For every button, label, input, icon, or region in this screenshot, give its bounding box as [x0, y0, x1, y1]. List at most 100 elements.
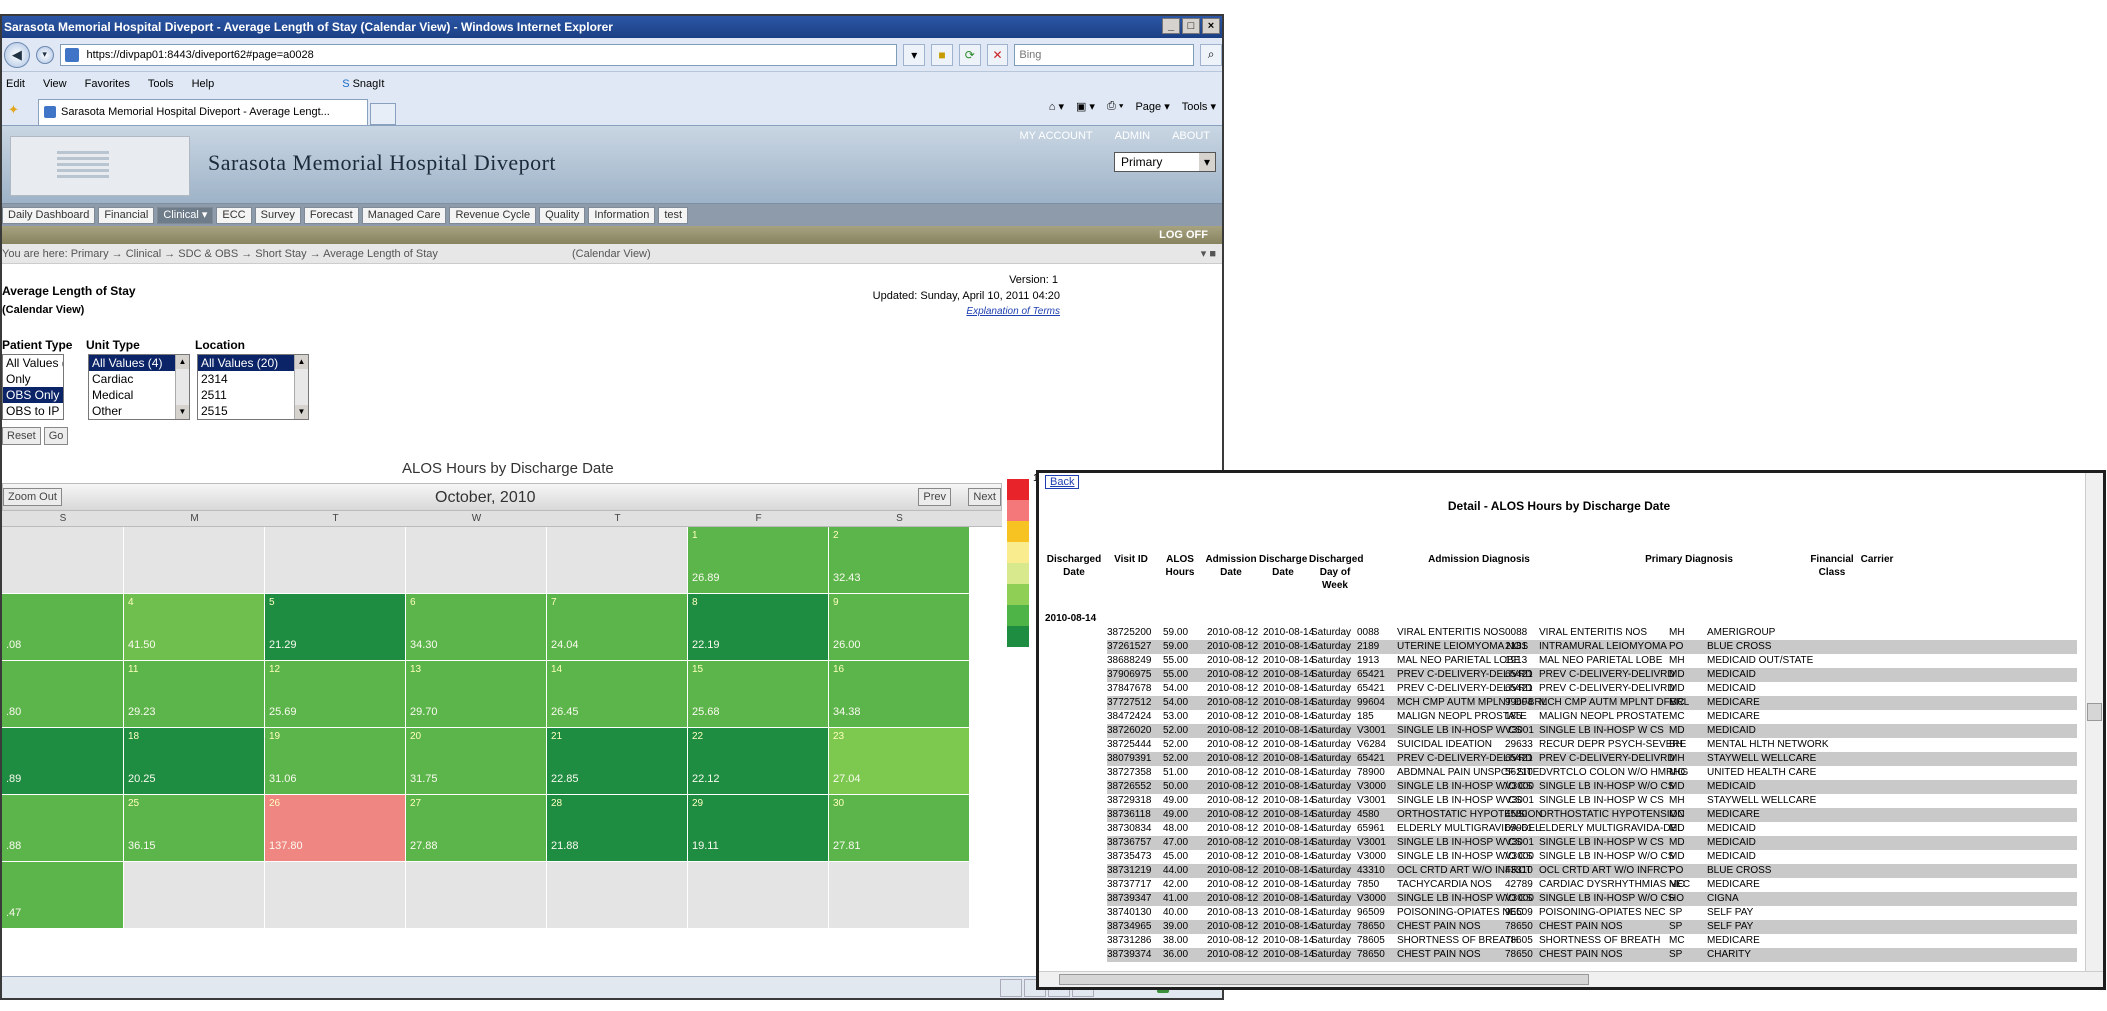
calendar-day-cell[interactable]: 28 21.88 — [547, 795, 688, 862]
table-row[interactable]: 38725444 52.00 2010-08-12 2010-08-14 Saturda… — [1107, 738, 2077, 752]
table-row[interactable]: 38727358 51.00 2010-08-12 2010-08-14 Saturda… — [1107, 766, 2077, 780]
calendar-day-cell[interactable]: 6 34.30 — [406, 594, 547, 661]
calendar-day-cell[interactable]: 5 21.29 — [265, 594, 406, 661]
reset-button[interactable]: Reset — [2, 427, 41, 445]
logoff-link[interactable]: LOG OFF — [1159, 229, 1208, 241]
tab-revenue-cycle[interactable]: Revenue Cycle — [449, 206, 537, 224]
tab-test[interactable]: test — [658, 206, 689, 224]
vertical-scrollbar[interactable] — [2085, 473, 2103, 987]
list-option[interactable]: OBS to IP — [3, 403, 63, 419]
stop-icon[interactable]: ✕ — [986, 43, 1009, 66]
tools-menu[interactable]: Tools ▾ — [1182, 100, 1216, 113]
back-link[interactable]: Back — [1045, 475, 1080, 489]
table-row[interactable]: 38740130 40.00 2010-08-13 2010-08-14 Saturda… — [1107, 906, 2077, 920]
calendar-day-cell[interactable]: 19 31.06 — [265, 728, 406, 795]
table-row[interactable]: 38730834 48.00 2010-08-12 2010-08-14 Saturda… — [1107, 822, 2077, 836]
table-row[interactable]: 38739374 36.00 2010-08-12 2010-08-14 Saturda… — [1107, 948, 2077, 962]
zoom-out-button[interactable]: Zoom Out — [3, 488, 62, 506]
table-row[interactable]: 38736757 47.00 2010-08-12 2010-08-14 Saturda… — [1107, 836, 2077, 850]
calendar-day-cell[interactable]: 1 26.89 — [688, 527, 829, 594]
calendar-day-cell[interactable]: 30 27.81 — [829, 795, 970, 862]
tab-financial[interactable]: Financial — [98, 206, 155, 224]
tab-information[interactable]: Information — [588, 206, 656, 224]
list-option[interactable]: Other — [89, 403, 189, 419]
browser-tab-active[interactable]: Sarasota Memorial Hospital Diveport - Av… — [38, 99, 368, 125]
calendar-day-cell[interactable]: 20 31.75 — [406, 728, 547, 795]
calendar-day-cell[interactable]: .89 — [2, 728, 124, 795]
table-row[interactable]: 38079391 52.00 2010-08-12 2010-08-14 Saturda… — [1107, 752, 2077, 766]
list-option[interactable]: 2314 — [198, 371, 308, 387]
menu-help[interactable]: Help — [192, 78, 215, 90]
table-row[interactable]: 38731286 38.00 2010-08-12 2010-08-14 Saturda… — [1107, 934, 2077, 948]
minimize-button[interactable]: _ — [1162, 18, 1180, 34]
table-row[interactable]: 38736118 49.00 2010-08-12 2010-08-14 Saturda… — [1107, 808, 2077, 822]
search-icon[interactable]: ⌕ — [1200, 43, 1222, 66]
calendar-day-cell[interactable]: 16 34.38 — [829, 661, 970, 728]
feeds-icon[interactable]: ▣ ▾ — [1076, 100, 1095, 113]
scroll-thumb[interactable] — [2087, 703, 2102, 721]
search-input[interactable]: Bing — [1014, 43, 1195, 66]
calendar-day-cell[interactable]: 22 22.12 — [688, 728, 829, 795]
admin-link[interactable]: ADMIN — [1115, 130, 1150, 142]
scroll-thumb[interactable] — [1059, 974, 1589, 985]
favorites-star-icon[interactable]: ✦ — [8, 102, 19, 118]
next-button[interactable]: Next — [968, 488, 1001, 506]
calendar-day-cell[interactable]: 12 25.69 — [265, 661, 406, 728]
tab-ecc[interactable]: ECC — [216, 206, 252, 224]
calendar-day-cell[interactable]: 29 19.11 — [688, 795, 829, 862]
menu-tools[interactable]: Tools — [148, 78, 174, 90]
calendar-day-cell[interactable]: 2 32.43 — [829, 527, 970, 594]
menu-view[interactable]: View — [43, 78, 67, 90]
list-option[interactable]: 2515 — [198, 403, 308, 419]
about-link[interactable]: ABOUT — [1172, 130, 1210, 142]
home-icon[interactable]: ⌂ ▾ — [1049, 100, 1064, 113]
dropdown-icon[interactable]: ▾ — [903, 43, 926, 66]
calendar-day-cell[interactable]: 27 27.88 — [406, 795, 547, 862]
table-row[interactable]: 38725200 59.00 2010-08-12 2010-08-14 Saturda… — [1107, 626, 2077, 640]
table-row[interactable]: 38726020 52.00 2010-08-12 2010-08-14 Saturda… — [1107, 724, 2077, 738]
page-menu[interactable]: Page ▾ — [1135, 100, 1169, 113]
tab-quality[interactable]: Quality — [539, 206, 586, 224]
forward-nav-button[interactable]: ▾ — [35, 45, 54, 64]
calendar-day-cell[interactable]: 15 25.68 — [688, 661, 829, 728]
tab-forecast[interactable]: Forecast — [303, 206, 359, 224]
table-row[interactable]: 38729318 49.00 2010-08-12 2010-08-14 Saturda… — [1107, 794, 2077, 808]
table-row[interactable]: 38737717 42.00 2010-08-12 2010-08-14 Saturda… — [1107, 878, 2077, 892]
calendar-day-cell[interactable]: .08 — [2, 594, 124, 661]
table-row[interactable]: 37727512 54.00 2010-08-12 2010-08-14 Saturda… — [1107, 696, 2077, 710]
lock-icon[interactable]: ■ — [931, 43, 953, 66]
patient-type-list[interactable]: All Values (3) Only OBS Only OBS to IP — [2, 354, 64, 420]
calendar-day-cell[interactable]: 25 36.15 — [124, 795, 265, 862]
calendar-day-cell[interactable]: .47 — [2, 862, 124, 929]
new-tab-button[interactable] — [370, 103, 396, 125]
list-option[interactable]: All Values (3) — [3, 355, 63, 371]
list-option-selected[interactable]: All Values (4) — [89, 355, 189, 371]
menu-favorites[interactable]: Favorites — [85, 78, 130, 90]
table-row[interactable]: 38726552 50.00 2010-08-12 2010-08-14 Saturda… — [1107, 780, 2077, 794]
table-row[interactable]: 38688249 55.00 2010-08-12 2010-08-14 Saturda… — [1107, 654, 2077, 668]
list-option[interactable]: Medical — [89, 387, 189, 403]
print-icon[interactable]: ⎙ ▾ — [1107, 100, 1123, 113]
list-option[interactable]: Only — [3, 371, 63, 387]
calendar-day-cell[interactable]: 9 26.00 — [829, 594, 970, 661]
primary-select[interactable]: Primary — [1114, 152, 1216, 172]
list-option-selected[interactable]: All Values (20) — [198, 355, 308, 371]
table-row[interactable]: 37261527 59.00 2010-08-12 2010-08-14 Saturda… — [1107, 640, 2077, 654]
calendar-day-cell[interactable]: .88 — [2, 795, 124, 862]
list-option-selected[interactable]: OBS Only — [3, 387, 63, 403]
table-row[interactable]: 38472424 53.00 2010-08-12 2010-08-14 Saturda… — [1107, 710, 2077, 724]
location-list[interactable]: All Values (20) 2314 2511 2515 — [197, 354, 309, 420]
tab-daily-dashboard[interactable]: Daily Dashboard — [2, 206, 96, 224]
unit-type-list[interactable]: All Values (4) Cardiac Medical Other — [88, 354, 190, 420]
table-row[interactable]: 38734965 39.00 2010-08-12 2010-08-14 Saturda… — [1107, 920, 2077, 934]
scrollbar[interactable] — [175, 355, 189, 419]
scrollbar[interactable] — [294, 355, 308, 419]
explanation-link[interactable]: Explanation of Terms — [966, 306, 1060, 317]
table-row[interactable]: 37847678 54.00 2010-08-12 2010-08-14 Saturda… — [1107, 682, 2077, 696]
prev-button[interactable]: Prev — [918, 488, 951, 506]
table-row[interactable]: 38735473 45.00 2010-08-12 2010-08-14 Saturda… — [1107, 850, 2077, 864]
calendar-day-cell[interactable]: 4 41.50 — [124, 594, 265, 661]
calendar-day-cell[interactable]: 8 22.19 — [688, 594, 829, 661]
horizontal-scrollbar[interactable] — [1039, 971, 2103, 987]
tab-survey[interactable]: Survey — [254, 206, 301, 224]
